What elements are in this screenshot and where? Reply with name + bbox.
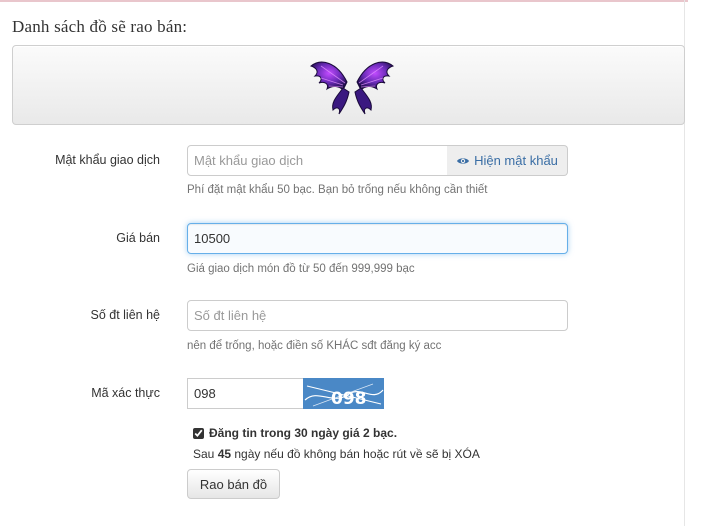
phone-label: Số đt liên hệ [90, 308, 161, 322]
listing-text: Đăng tin trong 30 ngày giá [209, 426, 364, 440]
phone-input[interactable] [187, 300, 568, 331]
captcha-image: 098 [303, 378, 384, 409]
phone-help: nên để trống, hoặc điền số KHÁC sđt đăng… [187, 340, 442, 352]
note-days: 45 [217, 447, 232, 461]
note-prefix: Sau [193, 447, 218, 461]
price-input[interactable] [187, 223, 568, 254]
submit-button[interactable]: Rao bán đồ [187, 469, 280, 499]
top-rule [0, 0, 688, 2]
purple-wings-icon[interactable] [307, 52, 397, 118]
show-password-label: Hiện mật khẩu [474, 153, 558, 168]
password-input[interactable] [187, 145, 448, 176]
captcha-input[interactable] [187, 378, 304, 409]
captcha-text: 098 [331, 389, 367, 409]
listing-price: 2 bạc. [363, 426, 398, 440]
password-label: Mật khẩu giao dịch [55, 153, 160, 167]
note-suffix: ngày nếu đồ không bán hoặc rút về sẽ bị … [231, 447, 480, 461]
price-label: Giá bán [116, 231, 160, 245]
price-help: Giá giao dịch món đồ từ 50 đến 999,999 b… [187, 263, 415, 275]
captcha-label: Mã xác thực [91, 386, 160, 400]
eye-icon [457, 157, 470, 164]
show-password-button[interactable]: Hiện mật khẩu [447, 145, 568, 176]
item-panel [12, 45, 685, 125]
password-help: Phí đặt mật khẩu 50 bạc. Bạn bỏ trống nế… [187, 184, 488, 196]
listing-checkbox[interactable] [193, 427, 204, 439]
listing-checkbox-label: Đăng tin trong 30 ngày giá 2 bạc. [209, 426, 397, 440]
section-title: Danh sách đồ sẽ rao bán: [12, 17, 188, 36]
deletion-note: Sau 45 ngày nếu đồ không bán hoặc rút về… [193, 447, 480, 461]
listing-option[interactable]: Đăng tin trong 30 ngày giá 2 bạc. [193, 426, 397, 440]
